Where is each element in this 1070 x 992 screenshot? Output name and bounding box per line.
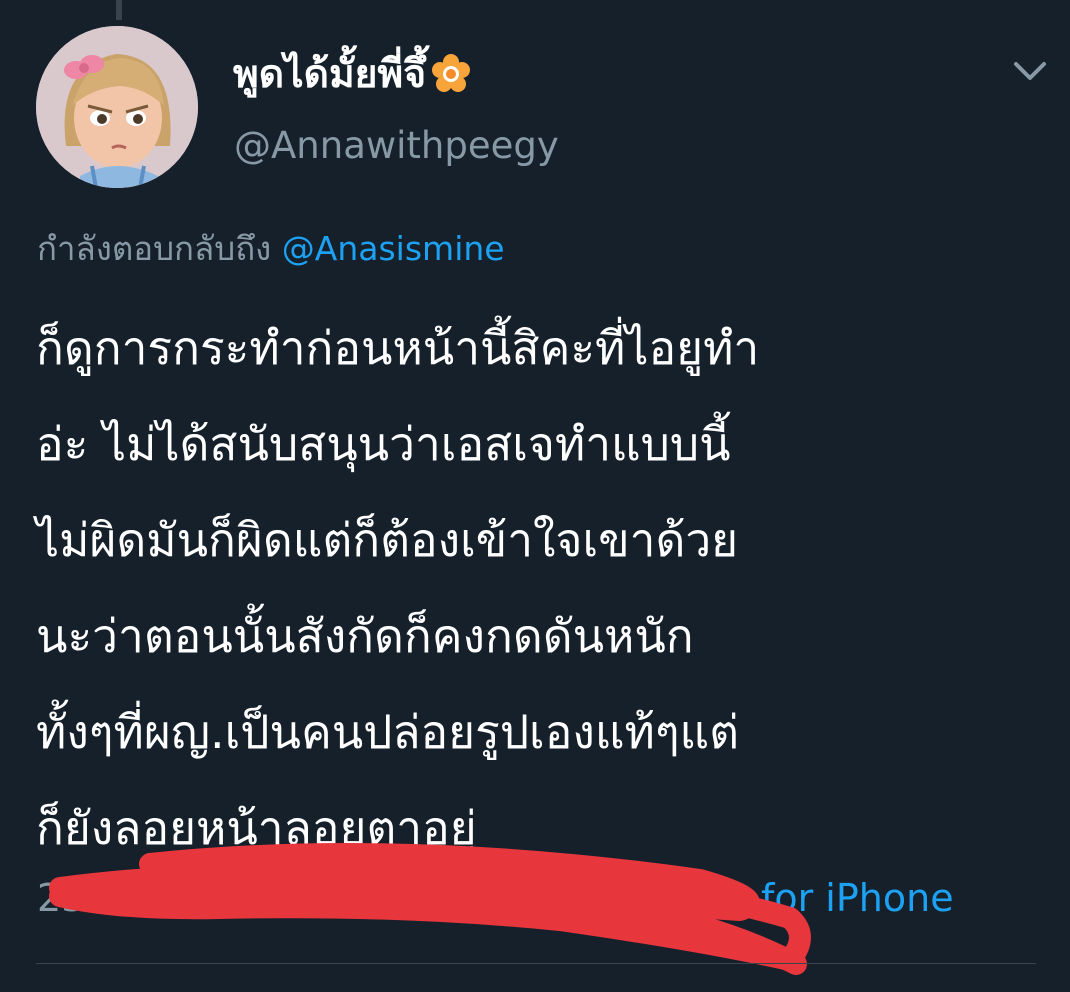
reply-prefix-label: กำลังตอบกลับถึง — [37, 229, 282, 268]
tweet-text: ก็ดูการกระทำก่อนหน้านี้สิคะที่ไอยูทำ อ่ะ… — [36, 300, 1046, 876]
tweet-text-line: ไม่ผิดมันก็ผิดแต่ก็ต้องเข้าใจเขาด้วย — [36, 513, 739, 567]
tweet-text-line: ก็ยังลอยหน้าลอยตาอยู่ — [36, 801, 477, 855]
reply-context: กำลังตอบกลับถึง @Anasismine — [37, 228, 505, 271]
tweet-divider — [36, 963, 1036, 964]
reply-mention-link[interactable]: @Anasismine — [282, 229, 505, 268]
chevron-down-icon[interactable] — [1010, 56, 1050, 84]
tweet-text-line: ก็ดูการกระทำก่อนหน้านี้สิคะที่ไอยูทำ — [36, 321, 760, 375]
tweet-text-line: นะว่าตอนนั้นสังกัดก็คงกดดันหนัก — [36, 609, 694, 663]
tweet-source-link[interactable]: ter for iPhone — [695, 876, 954, 922]
tweet-timestamp[interactable]: 23.2 — [37, 876, 122, 920]
cartoon-girl-avatar-icon — [36, 26, 198, 188]
author-display-name[interactable]: พูดได้มั้ยพี่จึ้ — [233, 55, 426, 94]
author-handle[interactable]: @Annawithpeegy — [234, 124, 559, 168]
tweet-text-line: อ่ะ ไม่ได้สนับสนุนว่าเอสเจทำแบบนี้ — [36, 417, 731, 471]
author-name-row[interactable]: พูดได้มั้ยพี่จึ้ — [233, 44, 472, 104]
flower-icon — [432, 54, 471, 92]
tweet-text-line: ทั้งๆที่ผญ.เป็นคนปล่อยรูปเองแท้ๆแต่ — [36, 705, 740, 759]
thread-connector-line — [116, 0, 122, 20]
tweet-meta: 23.2 ter for iPhone — [37, 876, 954, 922]
avatar[interactable] — [36, 26, 198, 188]
